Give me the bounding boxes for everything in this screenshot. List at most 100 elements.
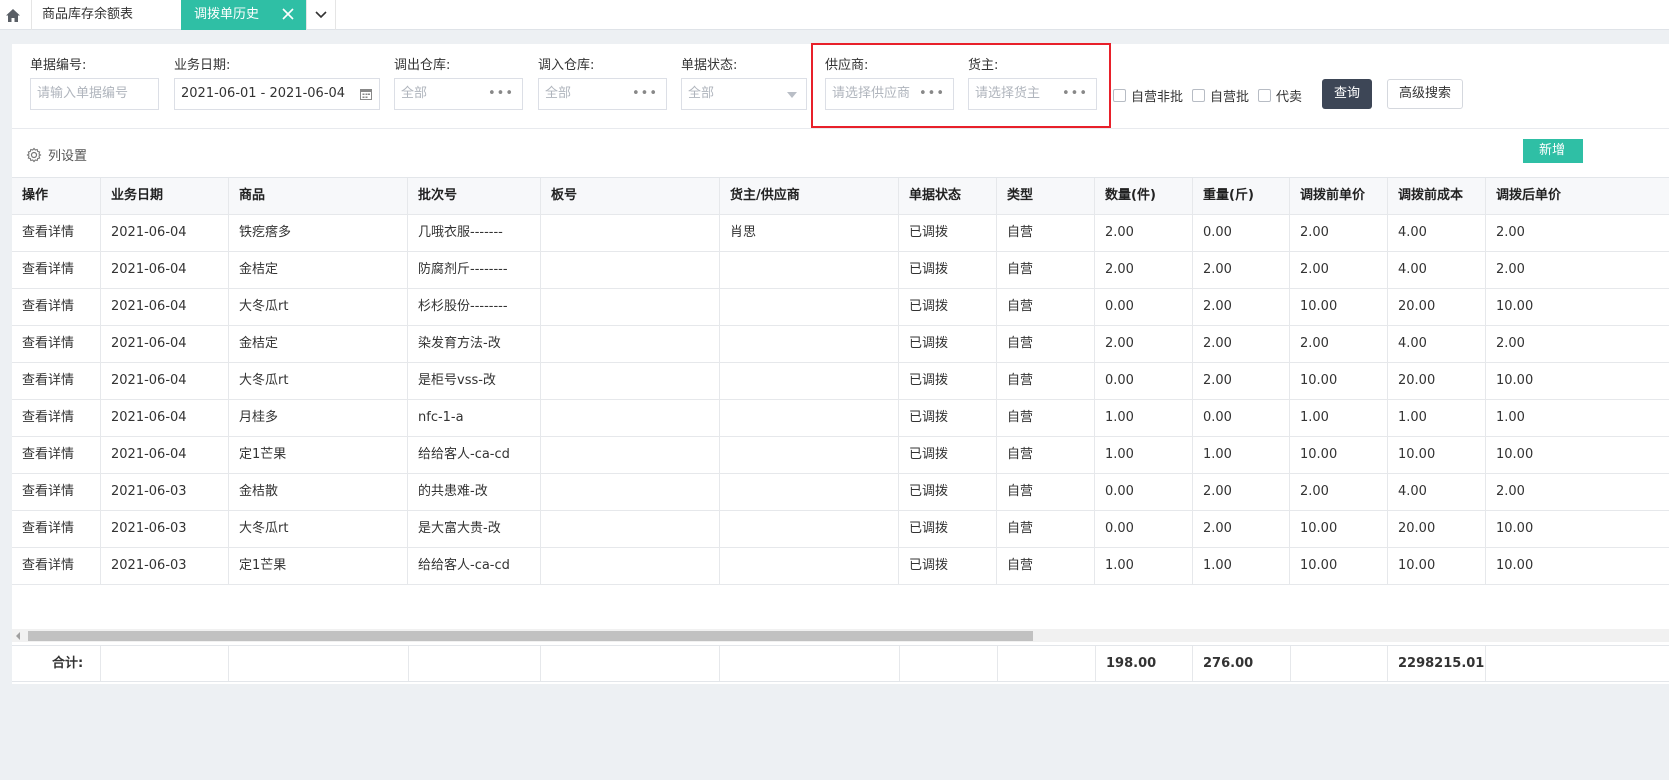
cell-board-no bbox=[540, 252, 719, 288]
biz-date-label: 业务日期: bbox=[174, 58, 231, 73]
tab-transfer-history[interactable]: 调拨单历史 bbox=[181, 0, 306, 30]
summary-pre-unit-price bbox=[1290, 646, 1387, 681]
header-type: 类型 bbox=[996, 178, 1094, 214]
cell-type: 自营 bbox=[996, 474, 1094, 510]
status-select[interactable]: 全部 bbox=[681, 78, 807, 110]
cell-type: 自营 bbox=[996, 289, 1094, 325]
cell-batch-no: 几哦衣服------- bbox=[407, 215, 540, 251]
status-value: 全部 bbox=[688, 86, 715, 101]
more-icon[interactable]: ••• bbox=[488, 79, 514, 109]
tab-dropdown[interactable] bbox=[306, 0, 336, 30]
scroll-left-icon[interactable] bbox=[16, 632, 20, 640]
cell-status: 已调拨 bbox=[898, 548, 996, 584]
table-row: 查看详情 2021-06-04 月桂多 nfc-1-a 已调拨 自营 1.00 0.00 1.0… bbox=[12, 400, 1669, 437]
cell-biz-date: 2021-06-04 bbox=[100, 215, 228, 251]
cell-qty: 0.00 bbox=[1094, 474, 1192, 510]
cell-action[interactable]: 查看详情 bbox=[12, 511, 100, 547]
tab-inventory-balance[interactable]: 商品库存余额表 bbox=[31, 0, 181, 30]
cell-post-unit-price: 2.00 bbox=[1485, 252, 1669, 288]
home-icon bbox=[6, 8, 20, 22]
cell-biz-date: 2021-06-03 bbox=[100, 511, 228, 547]
table-row: 查看详情 2021-06-03 定1芒果 给给客人-ca-cd 已调拨 自营 1.00 1.0… bbox=[12, 548, 1669, 585]
cell-pre-unit-price: 10.00 bbox=[1289, 511, 1387, 547]
cell-product: 金桔定 bbox=[228, 326, 407, 362]
cell-owner-supplier bbox=[719, 363, 898, 399]
cell-weight: 2.00 bbox=[1192, 289, 1289, 325]
table-row: 查看详情 2021-06-04 铁疙瘩多 几哦衣服------- 肖思 已调拨 自营 2.00… bbox=[12, 215, 1669, 252]
cell-product: 金桔定 bbox=[228, 252, 407, 288]
table-row: 查看详情 2021-06-04 大冬瓜rt 杉杉股份-------- 已调拨 自营 0.00… bbox=[12, 289, 1669, 326]
cell-post-unit-price: 2.00 bbox=[1485, 474, 1669, 510]
cell-batch-no: 防腐剂斤-------- bbox=[407, 252, 540, 288]
biz-date-input[interactable]: 2021-06-01 - 2021-06-04 bbox=[174, 78, 380, 110]
more-icon[interactable]: ••• bbox=[632, 79, 658, 109]
cell-action[interactable]: 查看详情 bbox=[12, 289, 100, 325]
header-action: 操作 bbox=[22, 188, 49, 203]
calendar-icon[interactable] bbox=[360, 88, 372, 100]
cell-batch-no: 染发育方法-改 bbox=[407, 326, 540, 362]
cell-post-unit-price: 10.00 bbox=[1485, 289, 1669, 325]
cell-board-no bbox=[540, 215, 719, 251]
cell-weight: 2.00 bbox=[1192, 252, 1289, 288]
header-biz-date: 业务日期 bbox=[100, 178, 228, 214]
cell-batch-no: 杉杉股份-------- bbox=[407, 289, 540, 325]
out-warehouse-select[interactable]: 全部 ••• bbox=[394, 78, 523, 110]
cell-biz-date: 2021-06-04 bbox=[100, 400, 228, 436]
cell-product: 大冬瓜rt bbox=[228, 511, 407, 547]
table-row: 查看详情 2021-06-04 金桔定 防腐剂斤-------- 已调拨 自营 2.00 2.… bbox=[12, 252, 1669, 289]
cell-action[interactable]: 查看详情 bbox=[12, 215, 100, 251]
checkbox-box[interactable] bbox=[1113, 89, 1126, 102]
table-row: 查看详情 2021-06-03 金桔散 的共患难-改 已调拨 自营 0.00 2.00 2.00… bbox=[12, 474, 1669, 511]
cell-biz-date: 2021-06-04 bbox=[100, 326, 228, 362]
cell-action[interactable]: 查看详情 bbox=[12, 548, 100, 584]
cell-action[interactable]: 查看详情 bbox=[12, 326, 100, 362]
query-button[interactable]: 查询 bbox=[1322, 79, 1372, 109]
cell-biz-date: 2021-06-03 bbox=[100, 548, 228, 584]
cell-pre-cost: 4.00 bbox=[1387, 474, 1485, 510]
cell-batch-no: 给给客人-ca-cd bbox=[407, 437, 540, 473]
header-qty: 数量(件) bbox=[1094, 178, 1192, 214]
cell-owner-supplier bbox=[719, 289, 898, 325]
cell-type: 自营 bbox=[996, 363, 1094, 399]
cell-qty: 2.00 bbox=[1094, 326, 1192, 362]
cell-biz-date: 2021-06-04 bbox=[100, 437, 228, 473]
cell-weight: 2.00 bbox=[1192, 511, 1289, 547]
cell-action[interactable]: 查看详情 bbox=[12, 363, 100, 399]
cell-board-no bbox=[540, 511, 719, 547]
new-button[interactable]: 新增 bbox=[1523, 139, 1583, 163]
summary-board-no bbox=[540, 646, 719, 681]
checkbox-box[interactable] bbox=[1258, 89, 1271, 102]
column-settings-label: 列设置 bbox=[48, 149, 88, 164]
scrollbar-thumb[interactable] bbox=[28, 631, 1033, 641]
home-tab[interactable] bbox=[0, 0, 26, 30]
cell-post-unit-price: 10.00 bbox=[1485, 511, 1669, 547]
caret-down-icon bbox=[787, 92, 797, 98]
summary-status bbox=[899, 646, 997, 681]
summary-row: 合计: 198.00 276.00 2298215.01 bbox=[12, 645, 1669, 682]
checkbox-self-batch[interactable]: 自营批 bbox=[1192, 86, 1249, 105]
cell-action[interactable]: 查看详情 bbox=[12, 437, 100, 473]
checkbox-consign[interactable]: 代卖 bbox=[1258, 86, 1302, 105]
order-no-input[interactable]: 请输入单据编号 bbox=[30, 78, 159, 110]
checkbox-self-nonbatch[interactable]: 自营非批 bbox=[1113, 86, 1183, 105]
cell-type: 自营 bbox=[996, 437, 1094, 473]
out-warehouse-label: 调出仓库: bbox=[394, 58, 451, 73]
cell-action[interactable]: 查看详情 bbox=[12, 474, 100, 510]
close-icon[interactable] bbox=[281, 7, 295, 21]
summary-batch-no bbox=[408, 646, 540, 681]
in-warehouse-select[interactable]: 全部 ••• bbox=[538, 78, 667, 110]
summary-product bbox=[228, 646, 408, 681]
advanced-search-button[interactable]: 高级搜索 bbox=[1387, 79, 1463, 109]
header-board-no: 板号 bbox=[540, 178, 719, 214]
cell-action[interactable]: 查看详情 bbox=[12, 400, 100, 436]
checkbox-label: 代卖 bbox=[1276, 90, 1303, 105]
cell-qty: 1.00 bbox=[1094, 548, 1192, 584]
cell-action[interactable]: 查看详情 bbox=[12, 252, 100, 288]
tab-label: 调拨单历史 bbox=[194, 7, 260, 22]
cell-product: 铁疙瘩多 bbox=[228, 215, 407, 251]
chevron-down-icon bbox=[315, 11, 327, 19]
column-settings-button[interactable]: 列设置 bbox=[26, 145, 87, 164]
checkbox-box[interactable] bbox=[1192, 89, 1205, 102]
cell-type: 自营 bbox=[996, 252, 1094, 288]
horizontal-scrollbar[interactable] bbox=[12, 629, 1669, 642]
